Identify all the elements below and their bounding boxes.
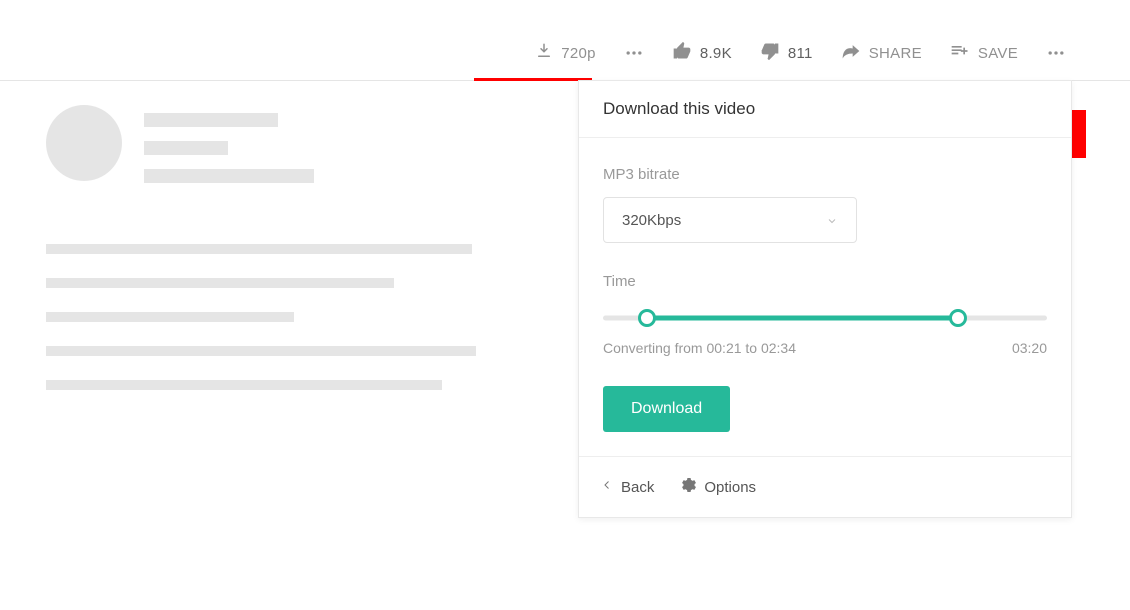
back-label: Back [621, 479, 654, 496]
thumbs-up-icon [672, 41, 692, 65]
bitrate-value: 320Kbps [622, 212, 681, 229]
description-skeleton [46, 244, 476, 390]
channel-title-skeleton [144, 105, 314, 183]
skeleton-line [46, 244, 472, 254]
slider-handle-end[interactable] [949, 309, 967, 327]
chevron-down-icon [826, 214, 838, 226]
panel-body: MP3 bitrate 320Kbps Time Converting from… [579, 138, 1071, 456]
time-readout: Converting from 00:21 to 02:34 03:20 [603, 340, 1047, 356]
slider-fill [647, 316, 958, 321]
save-button[interactable]: SAVE [936, 41, 1032, 65]
bitrate-label: MP3 bitrate [603, 166, 1047, 183]
download-more-icon[interactable] [610, 43, 658, 63]
slider-handle-start[interactable] [638, 309, 656, 327]
active-tab-underline [474, 78, 592, 81]
like-count: 8.9K [700, 45, 732, 62]
video-action-bar: 720p 8.9K 811 SHARE SAVE [0, 38, 1130, 68]
share-button[interactable]: SHARE [827, 41, 936, 65]
skeleton-line [46, 380, 442, 390]
back-button[interactable]: Back [601, 478, 654, 496]
avatar[interactable] [46, 105, 122, 181]
skeleton-line [46, 312, 294, 322]
channel-header [46, 105, 314, 183]
skeleton-line [46, 278, 394, 288]
time-range-text: Converting from 00:21 to 02:34 [603, 340, 796, 356]
skeleton-line [144, 141, 228, 155]
dislike-button[interactable]: 811 [746, 41, 827, 65]
skeleton-line [144, 169, 314, 183]
options-button[interactable]: Options [680, 477, 756, 497]
gear-icon [680, 477, 696, 497]
like-button[interactable]: 8.9K [658, 41, 746, 65]
download-panel: Download this video MP3 bitrate 320Kbps … [578, 80, 1072, 518]
share-label: SHARE [869, 45, 922, 62]
time-label: Time [603, 273, 1047, 290]
panel-footer: Back Options [579, 456, 1071, 517]
dislike-count: 811 [788, 45, 813, 62]
options-label: Options [704, 479, 756, 496]
share-icon [841, 41, 861, 65]
download-quality-button[interactable]: 720p [521, 42, 610, 64]
skeleton-line [46, 346, 476, 356]
time-total: 03:20 [1012, 340, 1047, 356]
more-actions-icon[interactable] [1032, 43, 1080, 63]
panel-title: Download this video [579, 81, 1071, 138]
chevron-left-icon [601, 478, 613, 496]
time-slider[interactable] [603, 308, 1047, 328]
bitrate-select[interactable]: 320Kbps [603, 197, 857, 243]
download-button[interactable]: Download [603, 386, 730, 432]
save-label: SAVE [978, 45, 1018, 62]
skeleton-line [144, 113, 278, 127]
quality-label: 720p [561, 45, 596, 62]
playlist-add-icon [950, 41, 970, 65]
download-icon [535, 42, 553, 64]
thumbs-down-icon [760, 41, 780, 65]
